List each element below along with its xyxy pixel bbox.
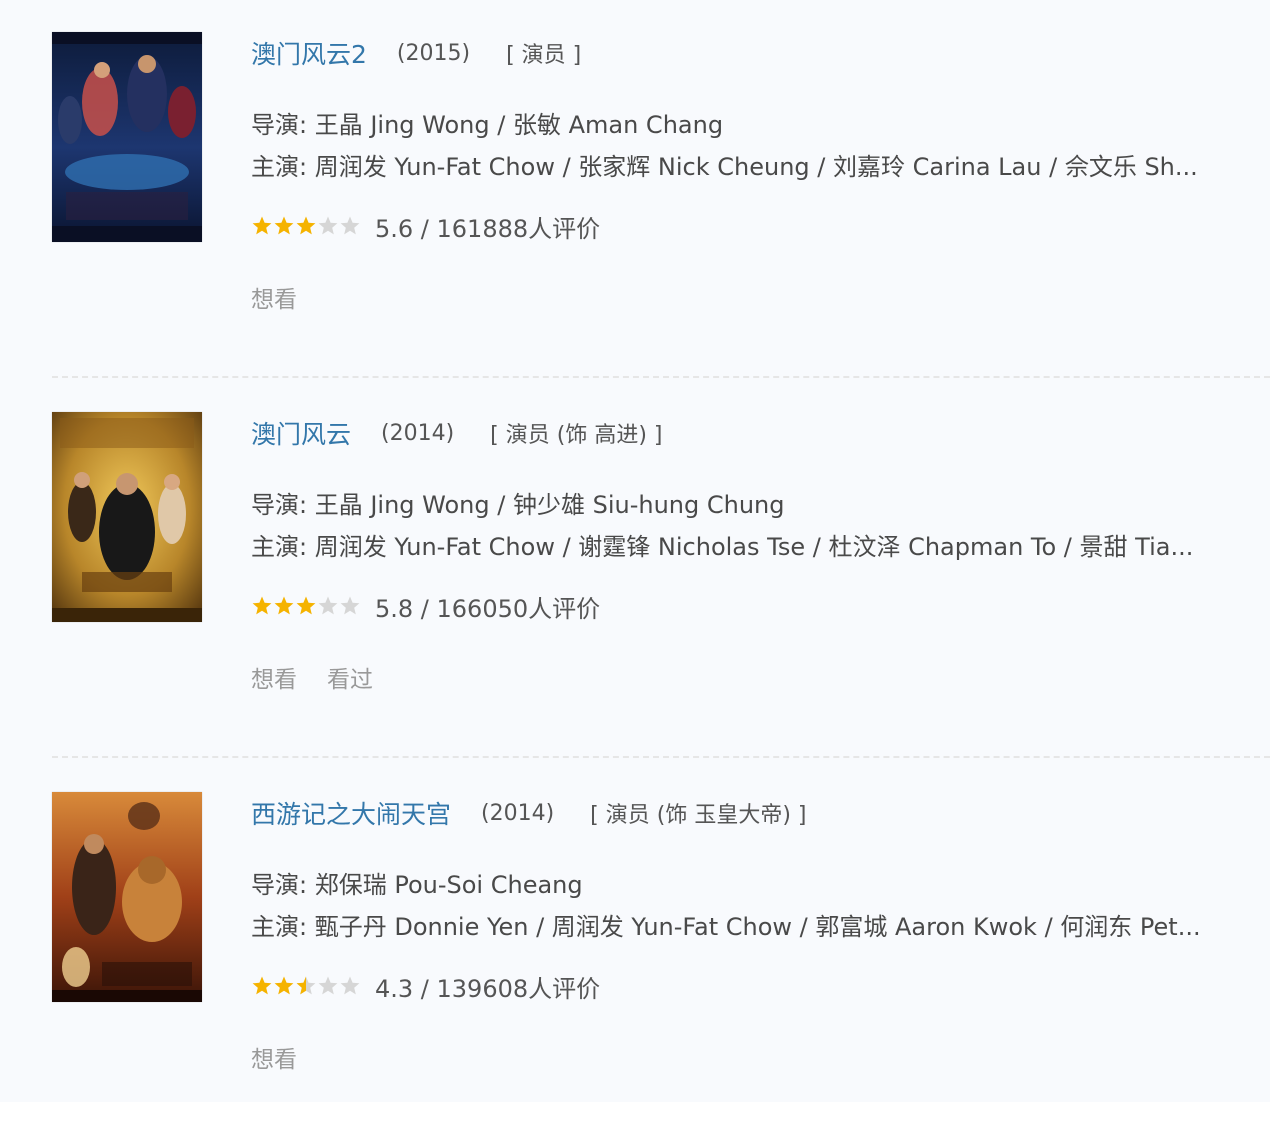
list-item: 澳门风云 (2014) [ 演员 (饰 高进) ] 导演: 王晶 Jing Wo… xyxy=(0,380,1270,760)
star-filled-icon xyxy=(252,216,272,235)
star-filled-icon xyxy=(252,976,272,995)
poster-image xyxy=(52,792,202,1002)
filmography-list: 澳门风云2 (2015) [ 演员 ] 导演: 王晶 Jing Wong / 张… xyxy=(0,0,1270,1102)
poster-image xyxy=(52,32,202,242)
star-rating xyxy=(251,595,361,617)
movie-poster[interactable] xyxy=(52,792,202,1002)
credits: 导演: 王晶 Jing Wong / 钟少雄 Siu-hung Chung 主演… xyxy=(251,484,1231,568)
movie-role: [ 演员 (饰 玉皇大帝) ] xyxy=(590,803,807,828)
movie-title-link[interactable]: 澳门风云 xyxy=(251,415,351,451)
list-item: 澳门风云2 (2015) [ 演员 ] 导演: 王晶 Jing Wong / 张… xyxy=(0,0,1270,380)
star-empty-icon xyxy=(340,976,360,995)
actions: 想看 看过 xyxy=(251,660,403,694)
cast-line: 主演: 周润发 Yun-Fat Chow / 谢霆锋 Nicholas Tse … xyxy=(251,533,1194,561)
star-filled-icon xyxy=(274,216,294,235)
star-empty-icon xyxy=(318,596,338,615)
movie-poster[interactable] xyxy=(52,412,202,622)
poster-image xyxy=(52,412,202,622)
star-filled-icon xyxy=(274,596,294,615)
star-half-icon xyxy=(296,976,316,995)
rating-text: 5.8 / 166050人评价 xyxy=(375,594,601,623)
title-row: 西游记之大闹天宫 (2014) [ 演员 (饰 玉皇大帝) ] xyxy=(251,796,806,830)
credits: 导演: 郑保瑞 Pou-Soi Cheang 主演: 甄子丹 Donnie Ye… xyxy=(251,864,1231,948)
actions: 想看 xyxy=(251,280,327,314)
director-line: 导演: 王晶 Jing Wong / 张敏 Aman Chang xyxy=(251,111,724,139)
rating-row: 5.6 / 161888人评价 xyxy=(251,209,600,243)
movie-role: [ 演员 ] xyxy=(506,43,582,68)
star-filled-icon xyxy=(252,596,272,615)
title-row: 澳门风云2 (2015) [ 演员 ] xyxy=(251,36,581,70)
rating-row: 5.8 / 166050人评价 xyxy=(251,589,600,623)
divider xyxy=(52,756,1270,758)
rating-text: 5.6 / 161888人评价 xyxy=(375,214,601,243)
movie-title-link[interactable]: 西游记之大闹天宫 xyxy=(251,795,451,831)
title-row: 澳门风云 (2014) [ 演员 (饰 高进) ] xyxy=(251,416,662,450)
want-to-watch-button[interactable]: 想看 xyxy=(251,660,297,694)
movie-year: (2014) xyxy=(381,420,455,446)
star-filled-icon xyxy=(296,216,316,235)
star-empty-icon xyxy=(340,596,360,615)
star-filled-icon xyxy=(274,976,294,995)
star-rating xyxy=(251,975,361,997)
actions: 想看 xyxy=(251,1040,327,1074)
movie-year: (2014) xyxy=(481,800,555,826)
star-rating xyxy=(251,215,361,237)
cast-line: 主演: 甄子丹 Donnie Yen / 周润发 Yun-Fat Chow / … xyxy=(251,913,1201,941)
star-empty-icon xyxy=(318,976,338,995)
want-to-watch-button[interactable]: 想看 xyxy=(251,1040,297,1074)
star-empty-icon xyxy=(340,216,360,235)
star-empty-icon xyxy=(318,216,338,235)
watched-button[interactable]: 看过 xyxy=(327,660,373,694)
director-line: 导演: 王晶 Jing Wong / 钟少雄 Siu-hung Chung xyxy=(251,491,785,519)
divider xyxy=(52,376,1270,378)
rating-row: 4.3 / 139608人评价 xyxy=(251,969,600,1003)
list-item: 西游记之大闹天宫 (2014) [ 演员 (饰 玉皇大帝) ] 导演: 郑保瑞 … xyxy=(0,760,1270,1140)
movie-role: [ 演员 (饰 高进) ] xyxy=(490,423,663,448)
credits: 导演: 王晶 Jing Wong / 张敏 Aman Chang 主演: 周润发… xyxy=(251,104,1231,188)
rating-text: 4.3 / 139608人评价 xyxy=(375,974,601,1003)
movie-year: (2015) xyxy=(396,40,471,66)
movie-title-link[interactable]: 澳门风云2 xyxy=(251,35,367,71)
star-filled-icon xyxy=(296,596,316,615)
movie-poster[interactable] xyxy=(52,32,202,242)
director-line: 导演: 郑保瑞 Pou-Soi Cheang xyxy=(251,871,583,899)
want-to-watch-button[interactable]: 想看 xyxy=(251,280,297,314)
cast-line: 主演: 周润发 Yun-Fat Chow / 张家辉 Nick Cheung /… xyxy=(251,153,1198,181)
